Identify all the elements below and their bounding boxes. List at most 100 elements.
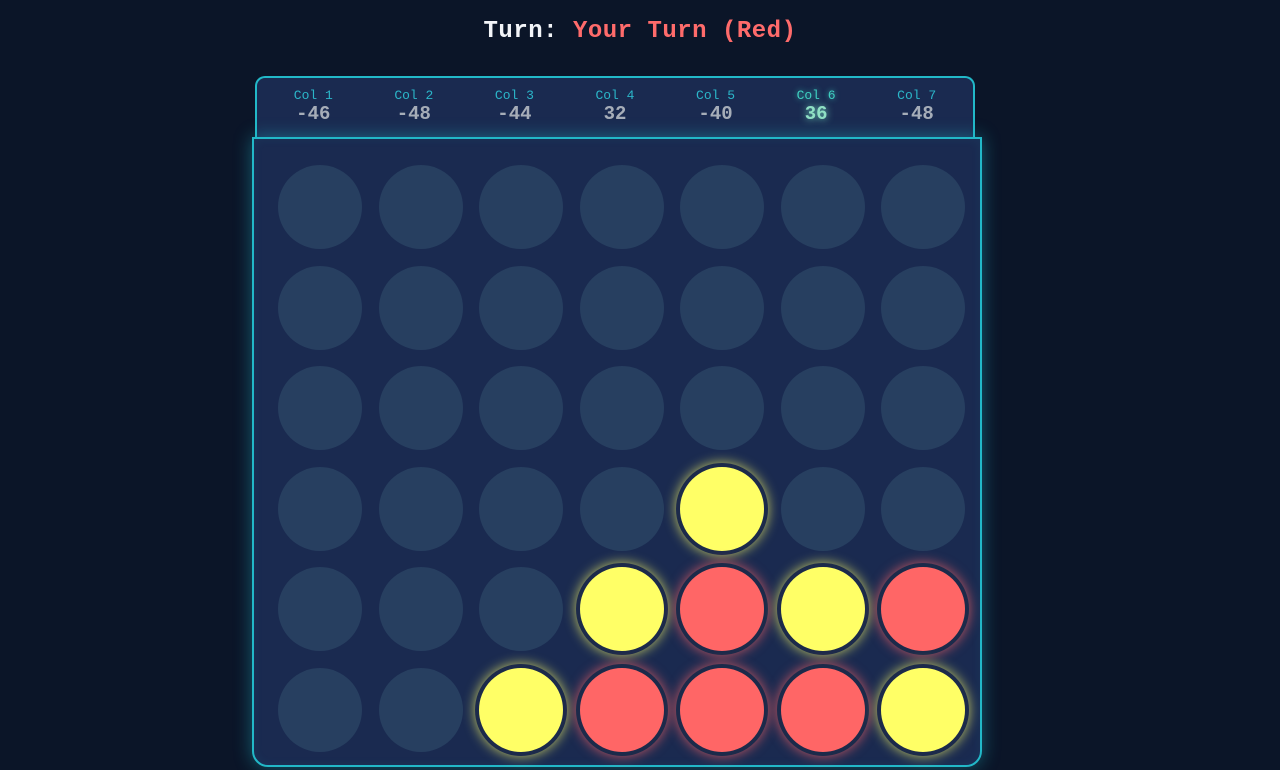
column-score-value: 32	[603, 103, 627, 126]
board-cell-r5-c2[interactable]	[371, 559, 472, 660]
empty-slot	[680, 366, 765, 451]
board-cell-r3-c3[interactable]	[471, 358, 572, 459]
empty-slot	[881, 366, 966, 451]
board-cell-r2-c3[interactable]	[471, 258, 572, 359]
board-cell-r3-c5[interactable]	[672, 358, 773, 459]
board-cell-r4-c6[interactable]	[773, 459, 874, 560]
red-disc	[877, 563, 970, 656]
board-cell-r4-c5[interactable]	[672, 459, 773, 560]
board-cell-r1-c6[interactable]	[773, 157, 874, 258]
column-score-value: -44	[497, 103, 532, 126]
column-score-2: Col 2 -48	[369, 88, 459, 126]
empty-slot	[278, 366, 363, 451]
column-score-label: Col 3	[494, 88, 534, 104]
board-cell-r2-c7[interactable]	[873, 258, 974, 359]
empty-slot	[278, 667, 363, 752]
board-cell-r5-c6[interactable]	[773, 559, 874, 660]
empty-slot	[378, 366, 463, 451]
board-cell-r1-c1[interactable]	[270, 157, 371, 258]
empty-slot	[278, 466, 363, 551]
empty-slot	[479, 466, 564, 551]
empty-slot	[680, 165, 765, 250]
column-score-value: -48	[899, 103, 934, 126]
empty-slot	[579, 265, 664, 350]
board-cell-r4-c7[interactable]	[873, 459, 974, 560]
board-cell-r2-c5[interactable]	[672, 258, 773, 359]
board-cell-r6-c5[interactable]	[672, 660, 773, 761]
empty-slot	[479, 165, 564, 250]
yellow-disc	[475, 663, 568, 756]
empty-slot	[378, 265, 463, 350]
empty-slot	[278, 165, 363, 250]
board-cell-r4-c2[interactable]	[371, 459, 472, 560]
board-cell-r1-c3[interactable]	[471, 157, 572, 258]
red-disc	[676, 663, 769, 756]
empty-slot	[278, 265, 363, 350]
board-cell-r1-c5[interactable]	[672, 157, 773, 258]
empty-slot	[881, 466, 966, 551]
column-score-3: Col 3 -44	[469, 88, 559, 126]
empty-slot	[579, 366, 664, 451]
board-cell-r6-c3[interactable]	[471, 660, 572, 761]
column-score-label: Col 1	[293, 88, 333, 104]
board-cell-r6-c1[interactable]	[270, 660, 371, 761]
board-cell-r1-c4[interactable]	[572, 157, 673, 258]
board-cell-r1-c2[interactable]	[371, 157, 472, 258]
board-cell-r6-c6[interactable]	[773, 660, 874, 761]
board-cell-r5-c1[interactable]	[270, 559, 371, 660]
empty-slot	[378, 165, 463, 250]
empty-slot	[780, 165, 865, 250]
column-score-1: Col 1 -46	[268, 88, 358, 126]
empty-slot	[881, 165, 966, 250]
empty-slot	[378, 567, 463, 652]
board-cell-r4-c4[interactable]	[572, 459, 673, 560]
board-cell-r4-c1[interactable]	[270, 459, 371, 560]
column-score-value: -40	[698, 103, 733, 126]
board-cell-r5-c7[interactable]	[873, 559, 974, 660]
empty-slot	[479, 567, 564, 652]
board-cell-r2-c6[interactable]	[773, 258, 874, 359]
board-cell-r3-c4[interactable]	[572, 358, 673, 459]
empty-slot	[479, 366, 564, 451]
empty-slot	[780, 366, 865, 451]
yellow-disc	[776, 563, 869, 656]
board-cell-r6-c7[interactable]	[873, 660, 974, 761]
empty-slot	[479, 265, 564, 350]
empty-slot	[579, 466, 664, 551]
board-cell-r1-c7[interactable]	[873, 157, 974, 258]
column-score-4: Col 4 32	[570, 88, 660, 126]
board-cell-r2-c1[interactable]	[270, 258, 371, 359]
empty-slot	[680, 265, 765, 350]
board-cell-r3-c7[interactable]	[873, 358, 974, 459]
yellow-disc	[575, 563, 668, 656]
empty-slot	[378, 667, 463, 752]
board-cell-r3-c2[interactable]	[371, 358, 472, 459]
red-disc	[575, 663, 668, 756]
board-cell-r3-c6[interactable]	[773, 358, 874, 459]
column-score-7: Col 7 -48	[872, 88, 962, 126]
column-score-6: Col 6 36	[771, 88, 861, 126]
red-disc	[776, 663, 869, 756]
column-score-5: Col 5 -40	[671, 88, 761, 126]
board-grid	[270, 157, 974, 760]
board-cell-r5-c5[interactable]	[672, 559, 773, 660]
column-score-label: Col 7	[897, 88, 937, 104]
board-cell-r2-c2[interactable]	[371, 258, 472, 359]
column-score-label: Col 2	[394, 88, 434, 104]
column-score-value: -46	[296, 103, 331, 126]
column-score-label: Col 5	[696, 88, 736, 104]
column-score-label: Col 6	[796, 88, 836, 104]
board-cell-r2-c4[interactable]	[572, 258, 673, 359]
empty-slot	[378, 466, 463, 551]
board-cell-r5-c4[interactable]	[572, 559, 673, 660]
board-cell-r6-c4[interactable]	[572, 660, 673, 761]
empty-slot	[780, 466, 865, 551]
board-cell-r4-c3[interactable]	[471, 459, 572, 560]
empty-slot	[579, 165, 664, 250]
column-score-value: -48	[396, 103, 431, 126]
board-cell-r5-c3[interactable]	[471, 559, 572, 660]
board-cell-r6-c2[interactable]	[371, 660, 472, 761]
red-disc	[676, 563, 769, 656]
board-cell-r3-c1[interactable]	[270, 358, 371, 459]
turn-value: Your Turn (Red)	[572, 18, 797, 45]
